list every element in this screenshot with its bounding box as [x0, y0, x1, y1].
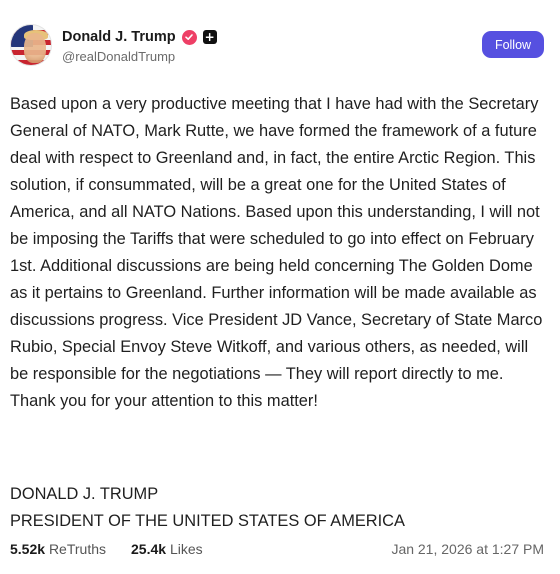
- post-footer: 5.52k ReTruths 25.4k Likes Jan 21, 2026 …: [10, 541, 544, 563]
- author-name[interactable]: Donald J. Trump: [62, 29, 176, 45]
- avatar[interactable]: [10, 24, 52, 66]
- likes-label: Likes: [169, 541, 203, 557]
- signature-title: PRESIDENT OF THE UNITED STATES OF AMERIC…: [10, 512, 405, 530]
- post-timestamp[interactable]: Jan 21, 2026 at 1:27 PM: [391, 541, 544, 557]
- avatar-face: [24, 33, 46, 63]
- plus-badge-icon: +: [202, 30, 217, 44]
- post-text: Based upon a very productive meeting tha…: [10, 95, 543, 410]
- verified-check-icon: [181, 29, 197, 45]
- author-handle[interactable]: @realDonaldTrump: [62, 49, 175, 64]
- likes-stat[interactable]: 25.4k Likes: [131, 541, 203, 557]
- retruths-stat[interactable]: 5.52k ReTruths: [10, 541, 106, 557]
- post-signature: DONALD J. TRUMP PRESIDENT OF THE UNITED …: [10, 481, 550, 535]
- post-header: Donald J. Trump + @realDonaldTrump Follo…: [0, 0, 560, 82]
- retruths-label: ReTruths: [48, 541, 106, 557]
- signature-name: DONALD J. TRUMP: [10, 485, 159, 503]
- retruths-count: 5.52k: [10, 541, 46, 557]
- follow-button[interactable]: Follow: [482, 31, 544, 58]
- author-name-row: Donald J. Trump +: [62, 27, 217, 47]
- likes-count: 25.4k: [131, 541, 167, 557]
